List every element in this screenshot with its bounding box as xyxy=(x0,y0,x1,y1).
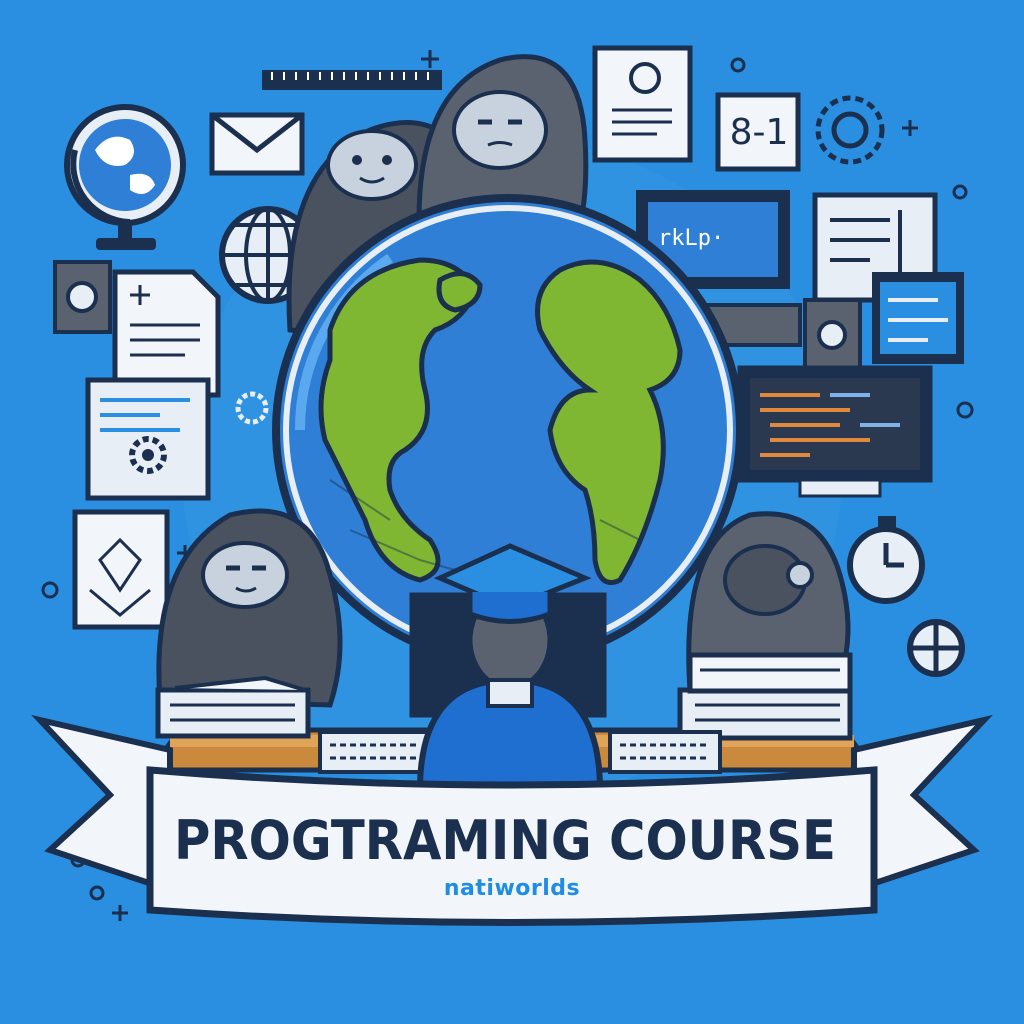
ruler-decor xyxy=(262,70,442,90)
number-tile-text: 8-1 xyxy=(729,111,789,153)
books-left-icon xyxy=(155,675,311,739)
books-icon xyxy=(677,652,853,741)
envelope-icon xyxy=(209,112,305,176)
banner-title: PROGTRAMING COURSE xyxy=(174,808,836,872)
speaker-right-icon xyxy=(803,298,862,372)
speaker-device-icon xyxy=(53,260,112,334)
map-card-icon xyxy=(72,509,170,630)
document-icon xyxy=(112,269,221,398)
code-editor-monitor-icon xyxy=(737,365,933,498)
small-monitor-icon xyxy=(872,272,964,364)
certificate-document-icon xyxy=(592,45,693,163)
crosshair-icon xyxy=(907,619,965,677)
settings-panel-icon xyxy=(85,377,211,501)
monitor-screen-text: rkLp· xyxy=(658,225,725,251)
banner-subtitle: natiworlds xyxy=(443,875,581,901)
